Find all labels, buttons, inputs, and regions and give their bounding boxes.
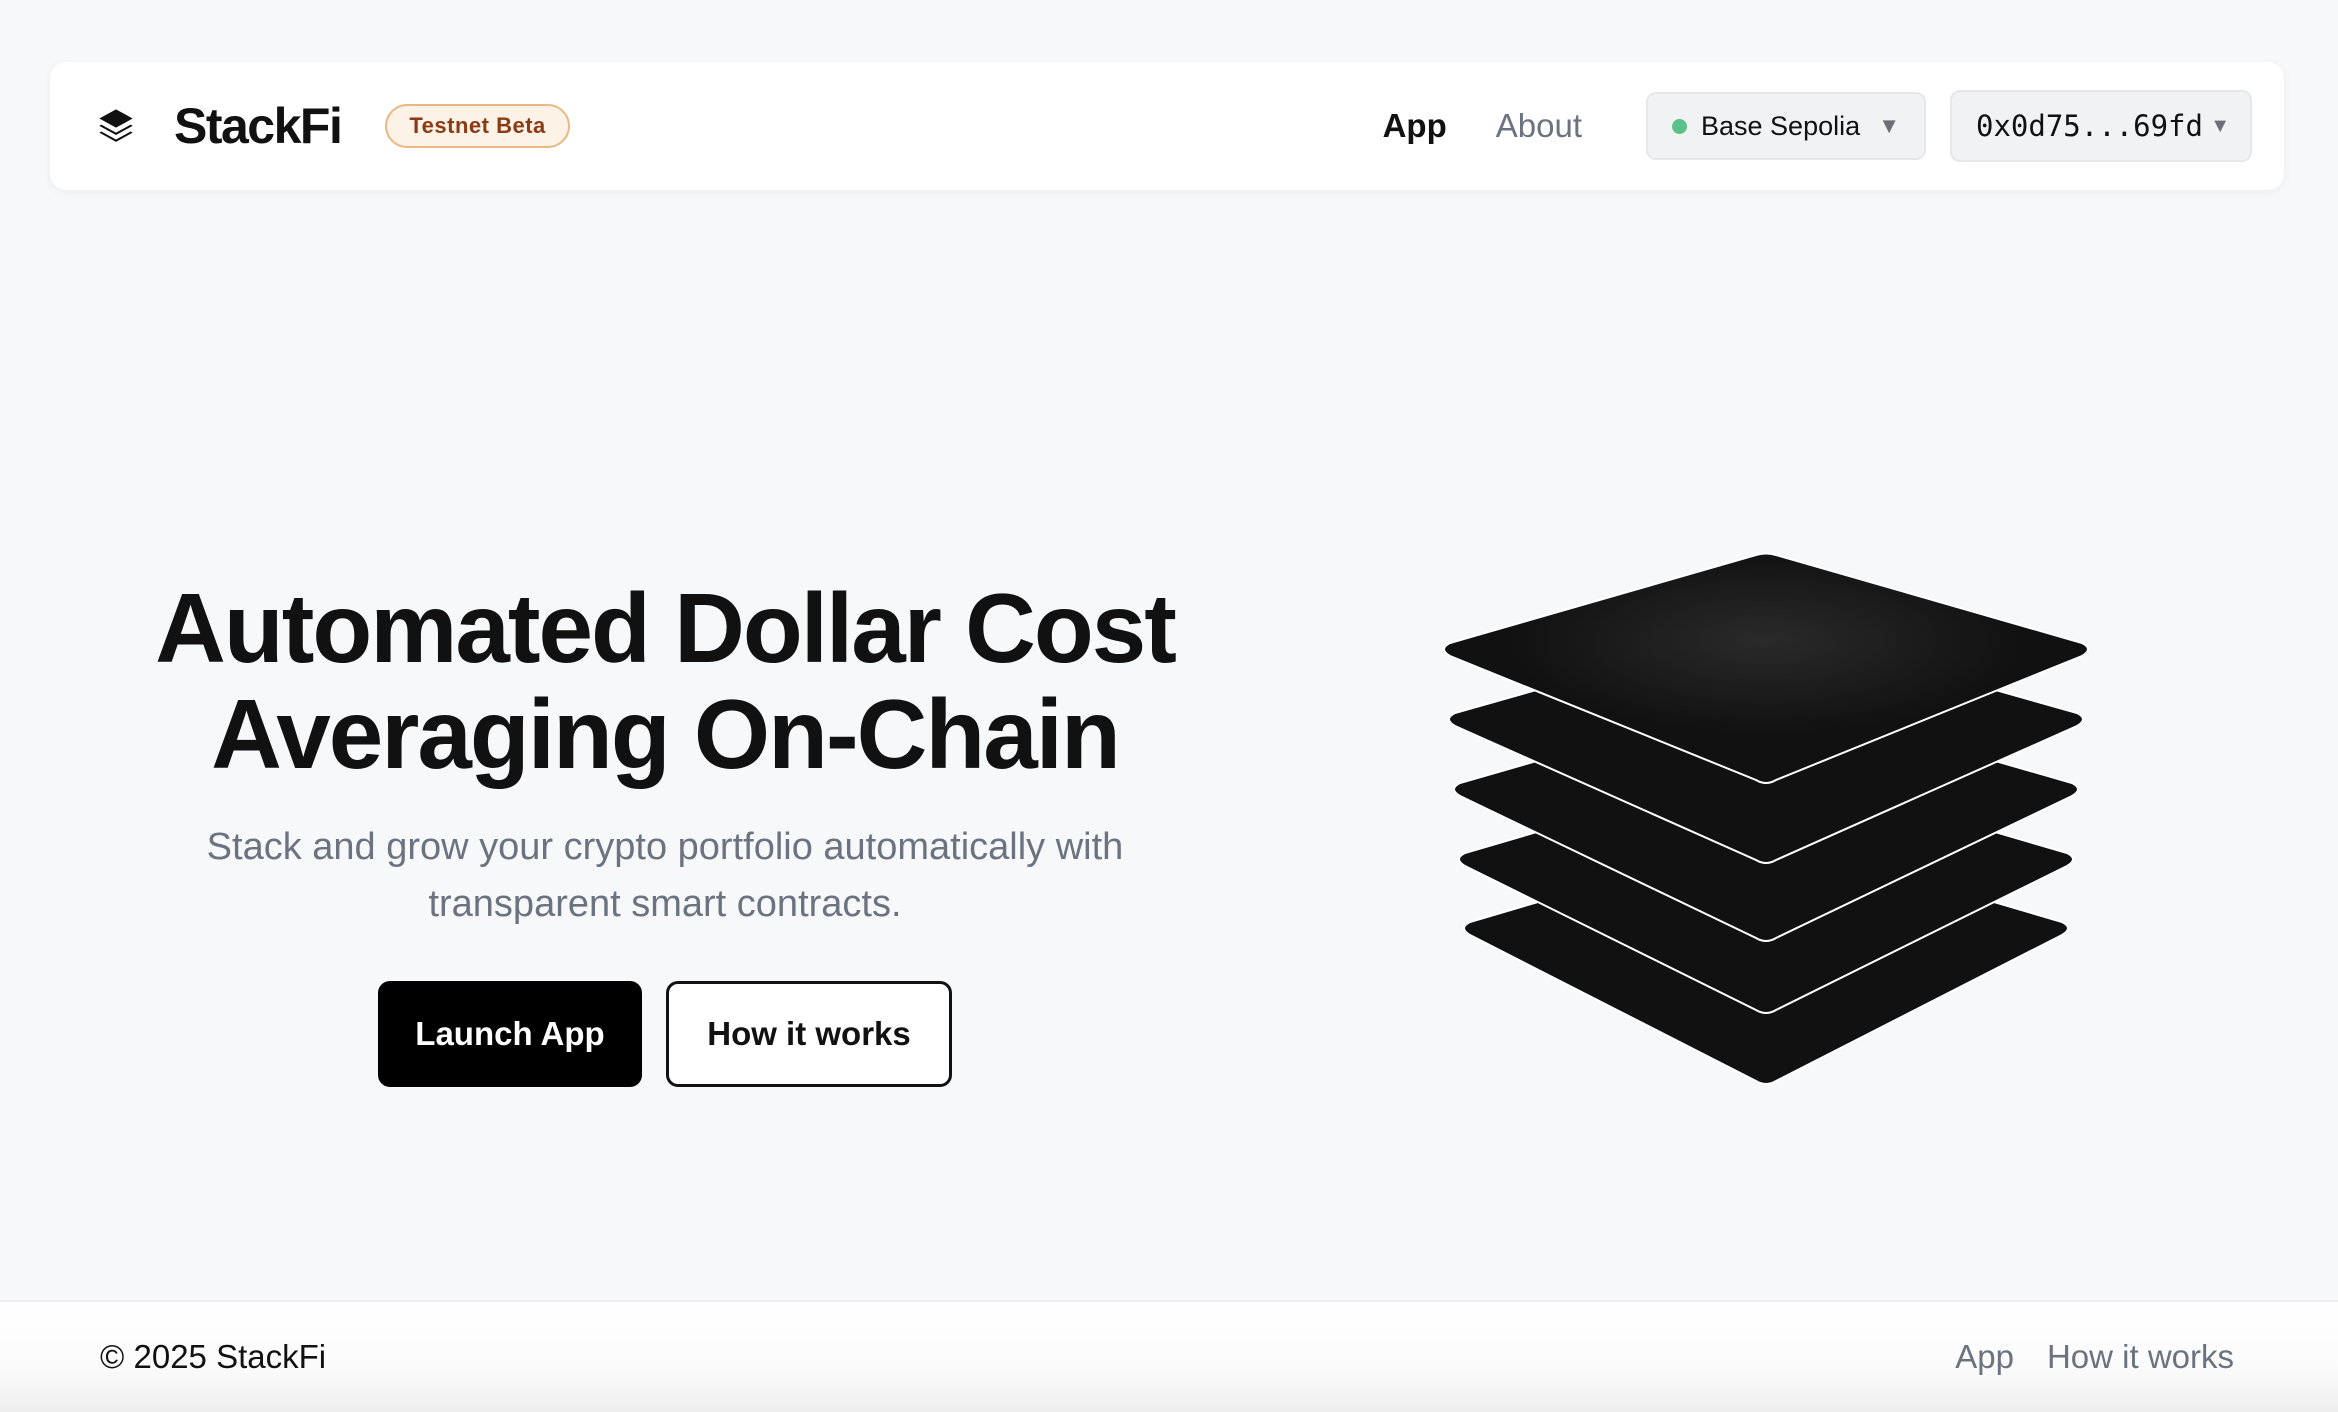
stacked-layers-illustration [1436, 548, 2096, 1092]
hero-title: Automated Dollar Cost Averaging On-Chain [120, 575, 1210, 787]
hero-title-line-2: Averaging On-Chain [211, 679, 1121, 789]
footer-link-app[interactable]: App [1955, 1338, 2014, 1376]
footer-link-how-it-works[interactable]: How it works [2047, 1338, 2234, 1376]
hero-title-line-1: Automated Dollar Cost [155, 573, 1177, 683]
copyright-text: © 2025 StackFi [100, 1338, 327, 1375]
network-selector[interactable]: Base Sepolia ▼ [1646, 92, 1926, 160]
wallet-address: 0x0d75...69fd [1976, 109, 2203, 143]
top-navbar: StackFi Testnet Beta App About Base Sepo… [50, 62, 2284, 190]
wallet-address-button[interactable]: 0x0d75...69fd ▼ [1950, 90, 2252, 162]
hero-buttons: Launch App How it works [120, 981, 1210, 1087]
hero-content: Automated Dollar Cost Averaging On-Chain… [120, 575, 1210, 1087]
hero-subtitle: Stack and grow your crypto portfolio aut… [120, 819, 1210, 933]
footer-links: App How it works [1922, 1338, 2234, 1376]
brand[interactable]: StackFi [96, 97, 343, 155]
launch-app-button[interactable]: Launch App [378, 981, 642, 1087]
hero-subtitle-line-1: Stack and grow your crypto portfolio aut… [206, 826, 1124, 868]
nav-right: App About Base Sepolia ▼ 0x0d75...69fd ▼ [1334, 90, 2252, 162]
nav-link-app[interactable]: App [1383, 107, 1447, 145]
nav-link-about[interactable]: About [1496, 107, 1582, 145]
brand-name: StackFi [174, 98, 343, 154]
footer: © 2025 StackFi App How it works [0, 1300, 2338, 1412]
layers-icon [96, 106, 136, 146]
chevron-down-icon: ▼ [1878, 113, 1900, 138]
hero-subtitle-line-2: transparent smart contracts. [428, 883, 902, 925]
network-label: Base Sepolia [1701, 110, 1861, 141]
testnet-badge: Testnet Beta [385, 104, 570, 148]
network-status-dot [1672, 118, 1687, 134]
chevron-down-icon: ▼ [2210, 114, 2230, 137]
how-it-works-button[interactable]: How it works [666, 981, 952, 1087]
